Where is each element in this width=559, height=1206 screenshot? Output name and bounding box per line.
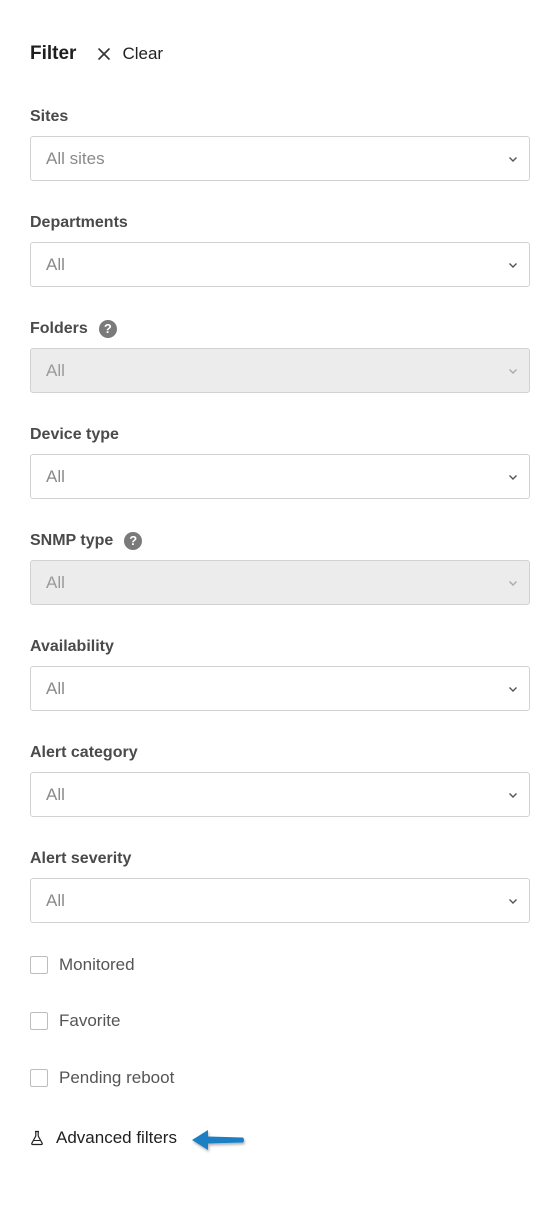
select-value: All sites <box>46 148 105 168</box>
departments-filter: Departments All <box>30 212 530 287</box>
alert-severity-filter: Alert severity All <box>30 848 530 923</box>
field-label: Departments <box>30 214 128 231</box>
alert-category-filter: Alert category All <box>30 742 530 817</box>
close-icon <box>98 48 111 60</box>
favorite-checkbox[interactable] <box>30 1012 48 1030</box>
alert-severity-select[interactable]: All <box>30 878 530 923</box>
arrow-left-icon <box>192 1130 244 1150</box>
favorite-checkbox-row[interactable]: Favorite <box>30 1011 120 1031</box>
field-label: Sites <box>30 108 69 125</box>
chevron-down-icon <box>509 262 517 268</box>
device-type-select[interactable]: All <box>30 454 530 499</box>
pending-reboot-checkbox-row[interactable]: Pending reboot <box>30 1068 174 1088</box>
advanced-filters-label: Advanced filters <box>56 1128 177 1147</box>
advanced-filters-link[interactable]: Advanced filters <box>30 1128 177 1148</box>
chevron-down-icon <box>509 686 517 692</box>
select-value: All <box>46 784 65 804</box>
help-icon[interactable]: ? <box>98 320 117 338</box>
field-label-text: SNMP type <box>30 532 114 549</box>
sites-filter: Sites All sites <box>30 106 530 181</box>
availability-filter: Availability All <box>30 636 530 711</box>
departments-select[interactable]: All <box>30 242 530 287</box>
chevron-down-icon <box>509 792 517 798</box>
select-value: All <box>46 254 65 274</box>
folders-filter: Folders ? All <box>30 318 530 393</box>
field-label-text: Folders <box>30 320 88 337</box>
monitored-checkbox[interactable] <box>30 956 48 974</box>
select-value: All <box>46 466 65 486</box>
chevron-down-icon <box>509 898 517 904</box>
sites-select[interactable]: All sites <box>30 136 530 181</box>
field-label: Alert severity <box>30 850 132 867</box>
checkbox-label: Pending reboot <box>59 1068 175 1087</box>
chevron-down-icon <box>509 156 517 162</box>
select-value: All <box>46 360 65 380</box>
field-label: Alert category <box>30 744 138 761</box>
filter-header: Filter Clear <box>30 40 163 68</box>
help-icon[interactable]: ? <box>124 532 143 550</box>
field-label: SNMP type ? <box>30 530 530 552</box>
field-label: Device type <box>30 426 119 443</box>
folders-select: All <box>30 348 530 393</box>
chevron-down-icon <box>509 580 517 586</box>
checkbox-label: Monitored <box>59 955 135 974</box>
snmp-type-select: All <box>30 560 530 605</box>
pending-reboot-checkbox[interactable] <box>30 1069 48 1087</box>
flask-icon <box>31 1130 43 1146</box>
chevron-down-icon <box>509 368 517 374</box>
device-type-filter: Device type All <box>30 424 530 499</box>
select-value: All <box>46 890 65 910</box>
availability-select[interactable]: All <box>30 666 530 711</box>
select-value: All <box>46 678 65 698</box>
checkbox-label: Favorite <box>59 1011 121 1030</box>
clear-label: Clear <box>122 44 164 63</box>
select-value: All <box>46 572 65 592</box>
filter-title: Filter <box>30 43 77 64</box>
snmp-type-filter: SNMP type ? All <box>30 530 530 605</box>
monitored-checkbox-row[interactable]: Monitored <box>30 955 135 975</box>
field-label: Folders ? <box>30 318 530 340</box>
chevron-down-icon <box>509 474 517 480</box>
field-label: Availability <box>30 638 114 655</box>
clear-button[interactable]: Clear <box>96 44 163 64</box>
alert-category-select[interactable]: All <box>30 772 530 817</box>
